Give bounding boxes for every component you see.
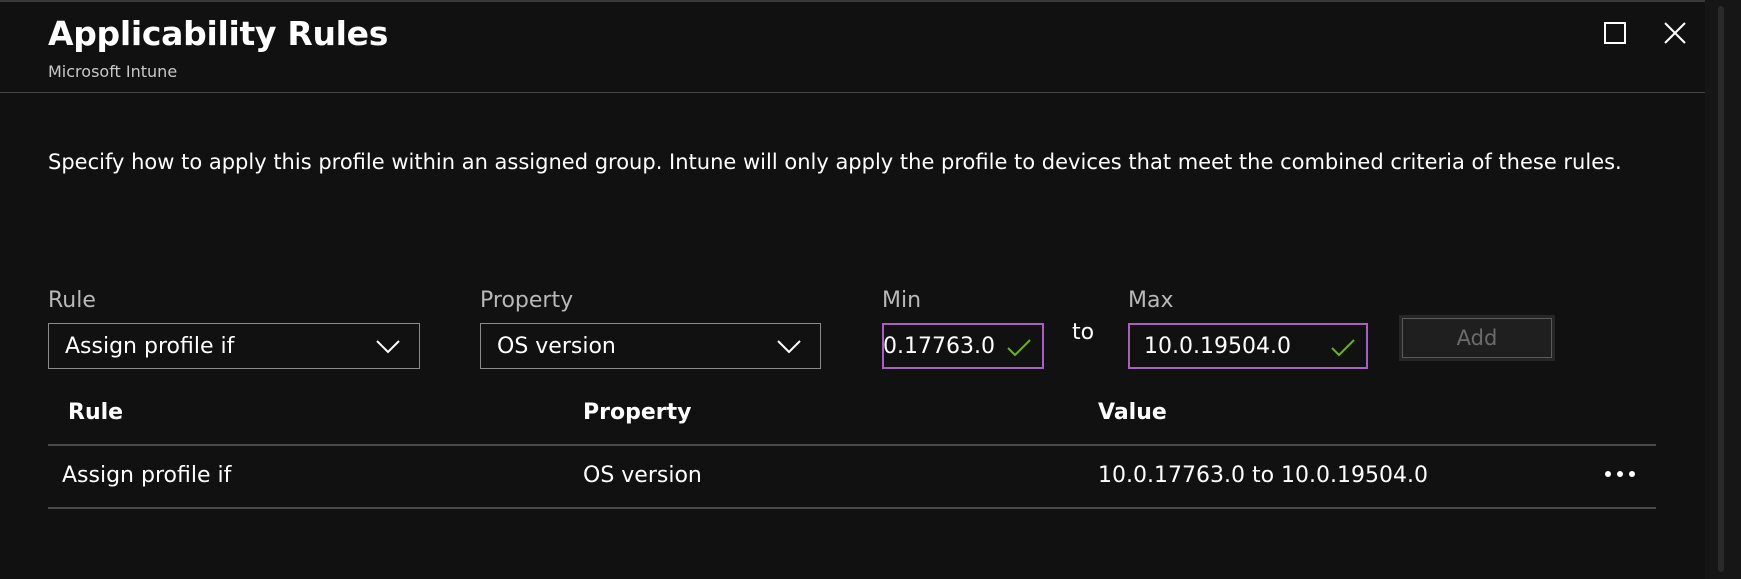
property-dropdown-value: OS version xyxy=(497,334,616,359)
blade-header: Applicability Rules Microsoft Intune xyxy=(0,2,1705,93)
table-row[interactable]: Assign profile if OS version 10.0.17763.… xyxy=(48,445,1656,509)
checkmark-icon xyxy=(1007,339,1031,357)
close-button[interactable] xyxy=(1658,16,1692,50)
chevron-down-icon xyxy=(376,340,400,354)
page-subtitle: Microsoft Intune xyxy=(48,62,178,81)
max-input-value: 10.0.19504.0 xyxy=(1144,334,1291,359)
row-more-button[interactable] xyxy=(1596,459,1644,489)
more-options-icon xyxy=(1605,471,1635,477)
range-to-label: to xyxy=(1072,320,1095,345)
scrollbar-thumb[interactable] xyxy=(1718,6,1724,572)
rules-table-header: Rule Property Value xyxy=(48,392,1656,446)
column-header-rule: Rule xyxy=(68,400,124,425)
row-value-cell: 10.0.17763.0 to 10.0.19504.0 xyxy=(1098,463,1428,488)
min-label: Min xyxy=(882,288,922,313)
max-label: Max xyxy=(1128,288,1174,313)
description-text: Specify how to apply this profile within… xyxy=(48,150,1622,174)
column-header-property: Property xyxy=(583,400,692,425)
checkmark-icon xyxy=(1331,339,1355,357)
min-input[interactable]: 0.0.17763.0 xyxy=(882,323,1044,369)
row-rule-cell: Assign profile if xyxy=(62,463,232,488)
max-input[interactable]: 10.0.19504.0 xyxy=(1128,323,1368,369)
rule-label: Rule xyxy=(48,288,96,313)
property-label: Property xyxy=(480,288,574,313)
close-icon xyxy=(1664,22,1686,44)
maximize-icon xyxy=(1604,22,1626,44)
rule-dropdown-value: Assign profile if xyxy=(65,334,235,359)
column-header-value: Value xyxy=(1098,400,1167,425)
maximize-button[interactable] xyxy=(1598,16,1632,50)
page-title: Applicability Rules xyxy=(48,14,389,53)
chevron-down-icon xyxy=(777,340,801,354)
row-property-cell: OS version xyxy=(583,463,702,488)
property-dropdown[interactable]: OS version xyxy=(480,323,821,369)
applicability-rules-blade: Applicability Rules Microsoft Intune Spe… xyxy=(0,0,1705,579)
rule-dropdown[interactable]: Assign profile if xyxy=(48,323,420,369)
min-input-value: 0.0.17763.0 xyxy=(882,334,995,359)
add-button[interactable]: Add xyxy=(1399,315,1555,361)
